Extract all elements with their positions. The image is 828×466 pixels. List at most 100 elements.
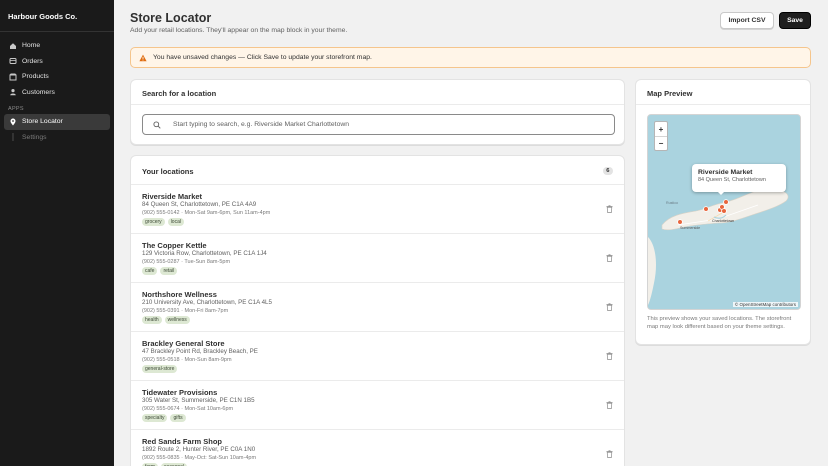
location-name: Tidewater Provisions [142, 388, 218, 397]
sidebar-item-products[interactable]: Products [4, 69, 110, 85]
sidebar-item-label: Settings [22, 133, 47, 141]
divider [131, 104, 624, 105]
search-icon [153, 120, 161, 129]
warning-icon [139, 54, 147, 62]
zoom-in-button[interactable]: + [655, 122, 667, 136]
popup-tip [717, 191, 725, 195]
map-preview-note: This preview shows your saved locations.… [647, 316, 792, 330]
search-field[interactable] [142, 114, 615, 135]
location-tags: general-store [142, 365, 613, 373]
tag: wellness [164, 316, 190, 324]
map-attribution[interactable]: © OpenStreetMap contributors [732, 302, 798, 307]
location-address: 1892 Route 2, Hunter River, PE C0A 1N0 [142, 446, 256, 453]
sidebar-item-settings[interactable]: Settings [4, 130, 110, 146]
submenu-line-icon [9, 133, 17, 142]
map-preview-title: Map Preview [647, 89, 693, 98]
store-name: Harbour Goods Co. [0, 0, 114, 32]
location-row[interactable]: Riverside Market 84 Queen St, Charlottet… [131, 184, 624, 233]
location-address: 47 Brackley Point Rd, Brackley Beach, PE [142, 348, 258, 355]
location-name: Riverside Market [142, 192, 203, 201]
tag: specialty [142, 414, 168, 422]
location-tags: health wellness [142, 316, 613, 324]
location-meta: (902) 555-0391 · Mon-Fri 8am-7pm [142, 308, 229, 314]
location-address: 129 Victoria Row, Charlottetown, PE C1A … [142, 250, 267, 257]
sidebar-item-customers[interactable]: Customers [4, 85, 110, 101]
location-address: 210 University Ave, Charlottetown, PE C1… [142, 299, 272, 306]
banner-text: You have unsaved changes — Click Save to… [153, 54, 372, 61]
locations-title: Your locations [142, 166, 194, 176]
sidebar-item-label: Customers [22, 88, 55, 96]
location-address: 84 Queen St, Charlottetown, PE C1A 4A9 [142, 201, 257, 208]
map-marker[interactable] [721, 208, 727, 214]
search-input[interactable] [173, 121, 603, 128]
import-csv-button[interactable]: Import CSV [720, 12, 774, 29]
map-marker[interactable] [723, 199, 729, 205]
location-meta: (902) 555-0518 · Mon-Sun 8am-9pm [142, 357, 232, 363]
search-card-title: Search for a location [142, 89, 217, 98]
location-meta: (902) 555-0142 · Mon-Sat 9am-6pm, Sun 11… [142, 210, 271, 216]
location-name: Brackley General Store [142, 339, 225, 348]
tag: gifts [170, 414, 186, 422]
map-marker[interactable] [703, 206, 709, 212]
delete-icon[interactable] [606, 450, 613, 458]
tag: general-store [142, 365, 178, 373]
popup-location-address: 84 Queen St, Charlottetown [698, 177, 766, 183]
delete-icon[interactable] [606, 205, 613, 213]
sidebar-item-label: Home [22, 42, 41, 50]
search-card: Search for a location [130, 79, 625, 145]
delete-icon[interactable] [606, 352, 613, 360]
home-icon [9, 42, 17, 50]
apps-section-label: APPS [8, 106, 24, 112]
location-tags: grocery local [142, 218, 613, 226]
locations-count-badge: 6 [602, 167, 613, 175]
customers-icon [9, 88, 17, 96]
products-icon [9, 73, 17, 81]
sidebar-item-orders[interactable]: Orders [4, 54, 110, 70]
map-marker[interactable] [677, 219, 683, 225]
delete-icon[interactable] [606, 303, 613, 311]
sidebar-nav: Home Orders Products Customers APPS Stor [0, 32, 114, 145]
location-address: 305 Water St, Summerside, PE C1N 1B5 [142, 397, 255, 404]
location-name: Northshore Wellness [142, 290, 217, 299]
page-title: Store Locator [130, 11, 212, 25]
map-canvas[interactable]: Rustico Charlottetown Summerside + − Riv… [647, 114, 801, 310]
sidebar-item-home[interactable]: Home [4, 38, 110, 54]
location-meta: (902) 555-0287 · Tue-Sun 8am-5pm [142, 259, 231, 265]
main-content: Store Locator Add your retail locations.… [114, 0, 828, 466]
tag: cafe [142, 267, 158, 275]
map-popup: Riverside Market 84 Queen St, Charlottet… [692, 164, 786, 192]
sidebar-item-store-locator[interactable]: Store Locator [4, 114, 110, 130]
location-tags: cafe retail [142, 267, 613, 275]
location-name: Red Sands Farm Shop [142, 437, 223, 446]
location-row[interactable]: Red Sands Farm Shop 1892 Route 2, Hunter… [131, 429, 624, 466]
tag: grocery [142, 218, 165, 226]
map-pin-icon [9, 118, 17, 126]
delete-icon[interactable] [606, 401, 613, 409]
sidebar-item-label: Products [22, 73, 49, 81]
map-zoom-controls: + − [654, 121, 668, 151]
divider [636, 104, 810, 105]
location-meta: (902) 555-0674 · Mon-Sat 10am-6pm [142, 406, 234, 412]
unsaved-changes-banner: You have unsaved changes — Click Save to… [130, 47, 811, 68]
sidebar-item-label: Store Locator [22, 118, 63, 126]
locations-card: Your locations 6 Riverside Market 84 Que… [130, 155, 625, 466]
save-button[interactable]: Save [779, 12, 811, 29]
location-row[interactable]: The Copper Kettle 129 Victoria Row, Char… [131, 233, 624, 282]
location-row[interactable]: Tidewater Provisions 305 Water St, Summe… [131, 380, 624, 429]
delete-icon[interactable] [606, 254, 613, 262]
location-meta: (902) 555-0835 · May-Oct: Sat-Sun 10am-4… [142, 455, 257, 461]
location-row[interactable]: Brackley General Store 47 Brackley Point… [131, 331, 624, 380]
tag: retail [160, 267, 178, 275]
location-name: The Copper Kettle [142, 241, 207, 250]
sidebar: Harbour Goods Co. Home Orders Products C… [0, 0, 114, 466]
tag: health [142, 316, 162, 324]
sidebar-item-label: Orders [22, 57, 43, 65]
zoom-out-button[interactable]: − [655, 136, 667, 150]
tag: local [167, 218, 184, 226]
page-subtitle: Add your retail locations. They'll appea… [130, 27, 348, 34]
locations-list: Riverside Market 84 Queen St, Charlottet… [131, 184, 624, 466]
popup-location-name: Riverside Market [698, 169, 753, 176]
location-row[interactable]: Northshore Wellness 210 University Ave, … [131, 282, 624, 331]
locations-header: Your locations 6 [142, 165, 613, 177]
map-markers [677, 199, 729, 225]
